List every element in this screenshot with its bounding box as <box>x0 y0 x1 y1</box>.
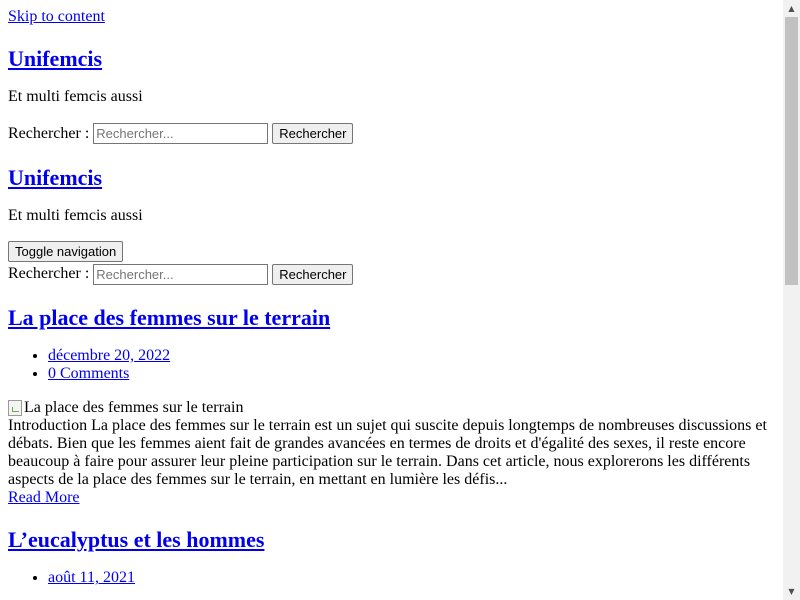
vertical-scrollbar[interactable]: ▲ ▼ <box>783 0 800 600</box>
site-title-secondary-link[interactable]: Unifemcis <box>8 165 102 190</box>
search-input-secondary[interactable] <box>93 263 269 285</box>
toggle-navigation-button[interactable]: Toggle navigation <box>8 241 124 263</box>
post-title: L’eucalyptus et les hommes <box>8 527 775 553</box>
broken-image-icon <box>8 400 22 417</box>
post-date-link[interactable]: août 11, 2021 <box>48 569 135 586</box>
post-comments-link[interactable]: 0 Comments <box>48 365 129 382</box>
site-title-link[interactable]: Unifemcis <box>8 46 102 71</box>
search-button[interactable]: Rechercher <box>272 123 354 145</box>
search-label: Rechercher : <box>8 124 90 142</box>
scroll-down-arrow-icon[interactable]: ▼ <box>783 583 800 600</box>
post-date-item: décembre 20, 2022 <box>48 347 775 365</box>
site-tagline: Et multi femcis aussi <box>8 88 143 106</box>
page-content: Skip to content Unifemcis Et multi femci… <box>0 8 783 587</box>
search-button-secondary[interactable]: Rechercher <box>272 263 354 285</box>
post: La place des femmes sur le terrain décem… <box>8 305 775 507</box>
read-more-link[interactable]: Read More <box>8 489 775 507</box>
skip-to-content-link[interactable]: Skip to content <box>8 8 775 26</box>
page: Skip to content Unifemcis Et multi femci… <box>0 0 783 600</box>
post-meta: août 11, 2021 <box>8 569 775 587</box>
site-tagline-secondary: Et multi femcis aussi <box>8 206 143 224</box>
secondary-header: Unifemcis Et multi femcis aussi Toggle n… <box>8 165 775 285</box>
search-input[interactable] <box>93 123 269 145</box>
search-label-secondary: Rechercher : <box>8 264 90 282</box>
scroll-up-arrow-icon[interactable]: ▲ <box>783 0 800 17</box>
site-title-secondary: Unifemcis <box>8 165 775 191</box>
post-date-link[interactable]: décembre 20, 2022 <box>48 347 170 364</box>
post-title-link[interactable]: L’eucalyptus et les hommes <box>8 527 264 552</box>
search-form-secondary: Rechercher : Rechercher <box>8 263 775 285</box>
post-excerpt: Introduction La place des femmes sur le … <box>8 417 767 489</box>
post-meta: décembre 20, 2022 0 Comments <box>8 347 775 383</box>
post-title-link[interactable]: La place des femmes sur le terrain <box>8 305 330 330</box>
post-title: La place des femmes sur le terrain <box>8 305 775 331</box>
post-comments-item: 0 Comments <box>48 365 775 383</box>
search-form: Rechercher : Rechercher <box>8 123 775 145</box>
post-thumbnail-alt: La place des femmes sur le terrain <box>24 398 244 416</box>
post-date-item: août 11, 2021 <box>48 569 775 587</box>
site-header: Unifemcis Et multi femcis aussi Recherch… <box>8 46 775 145</box>
post: L’eucalyptus et les hommes août 11, 2021 <box>8 527 775 587</box>
post-thumbnail[interactable]: La place des femmes sur le terrain <box>8 399 775 417</box>
site-title: Unifemcis <box>8 46 775 72</box>
scrollbar-thumb[interactable] <box>785 17 798 285</box>
